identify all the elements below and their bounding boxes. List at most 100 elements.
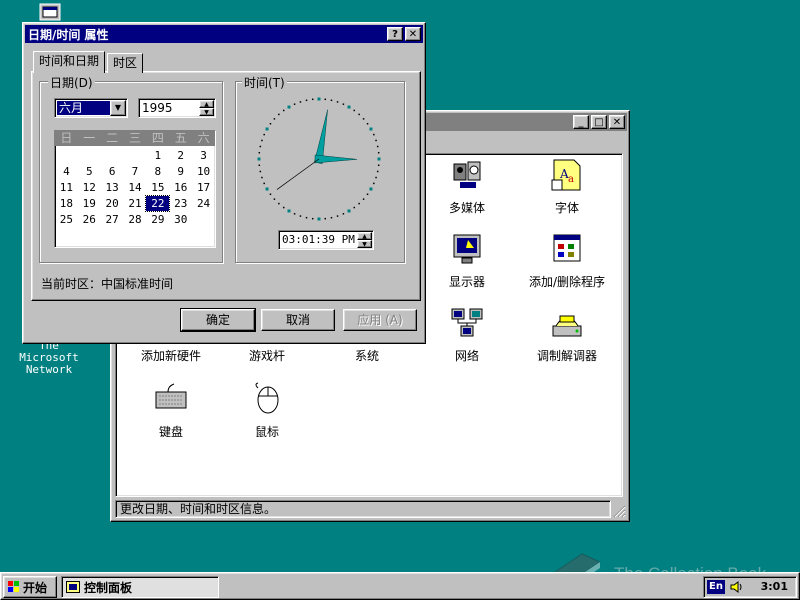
calendar-day[interactable]: 15 bbox=[146, 180, 169, 195]
dialog-close-button[interactable]: ✕ bbox=[405, 27, 421, 41]
timezone-line: 当前时区：中国标准时间 bbox=[41, 275, 173, 292]
calendar-empty-cell bbox=[78, 148, 101, 163]
time-spinner[interactable]: ▲ ▼ bbox=[357, 232, 372, 248]
calendar-day[interactable]: 12 bbox=[78, 180, 101, 195]
calendar-day[interactable]: 29 bbox=[146, 212, 169, 227]
calendar-day[interactable]: 11 bbox=[55, 180, 78, 195]
calendar-day[interactable]: 3 bbox=[192, 148, 215, 163]
calendar-day[interactable]: 8 bbox=[146, 164, 169, 179]
calendar-day[interactable]: 7 bbox=[124, 164, 147, 179]
calendar-day[interactable]: 14 bbox=[124, 180, 147, 195]
resize-grip-icon[interactable] bbox=[613, 505, 626, 518]
calendar-day[interactable]: 9 bbox=[169, 164, 192, 179]
clock-hour-hand bbox=[314, 154, 358, 164]
calendar-days[interactable]: 1 2 3 4 5 6 7 8 9 10 11 12 13 14 15 16 17 18 19 20 21 22 23 24 2… bbox=[55, 146, 215, 227]
calendar-day[interactable]: 5 bbox=[78, 164, 101, 179]
clock-minute-mark bbox=[366, 122, 369, 125]
cp-item-modem[interactable]: 调制解调器 bbox=[512, 306, 622, 364]
speaker-icon[interactable] bbox=[730, 580, 744, 594]
month-value: 六月 bbox=[57, 101, 111, 115]
taskbar-button-control-panel[interactable]: 控制面板 bbox=[61, 576, 219, 598]
calendar-day[interactable]: 13 bbox=[101, 180, 124, 195]
spin-up-icon[interactable]: ▲ bbox=[199, 100, 214, 108]
clock-hour-mark bbox=[369, 187, 373, 191]
spin-down-icon[interactable]: ▼ bbox=[199, 108, 214, 116]
cp-item-mouse[interactable]: 鼠标 bbox=[212, 382, 322, 440]
clock-minute-mark bbox=[358, 113, 360, 116]
calendar-day[interactable]: 2 bbox=[169, 148, 192, 163]
clock-minute-mark bbox=[336, 215, 339, 217]
calendar-day[interactable]: 26 bbox=[78, 212, 101, 227]
calendar-empty-cell bbox=[124, 148, 147, 163]
calendar-day[interactable]: 16 bbox=[169, 180, 192, 195]
calendar-day[interactable]: 6 bbox=[101, 164, 124, 179]
calendar-day[interactable]: 20 bbox=[101, 196, 124, 211]
clock-hour-mark bbox=[257, 157, 261, 161]
desktop-icon-top[interactable] bbox=[38, 3, 62, 23]
calendar-day[interactable]: 24 bbox=[192, 196, 215, 211]
ok-button[interactable]: 确定 bbox=[180, 308, 256, 332]
cp-item-fonts[interactable]: A a 字体 bbox=[512, 158, 622, 216]
msn-desktop-icon[interactable]: The Microsoft Network bbox=[14, 340, 84, 376]
ime-indicator[interactable]: En bbox=[707, 580, 725, 594]
month-select[interactable]: 六月 ▼ bbox=[54, 98, 128, 118]
dialog-title: 日期/时间 属性 bbox=[28, 27, 109, 42]
cp-item-keyboard[interactable]: 键盘 bbox=[116, 382, 226, 440]
tab-timezone[interactable]: 时区 bbox=[107, 53, 144, 73]
clock-minute-mark bbox=[330, 216, 333, 219]
windows-logo-icon bbox=[8, 581, 19, 592]
calendar-day[interactable]: 10 bbox=[192, 164, 215, 179]
calendar-day[interactable]: 22 bbox=[145, 195, 171, 212]
calendar-day[interactable]: 28 bbox=[124, 212, 147, 227]
calendar-day[interactable]: 30 bbox=[169, 212, 192, 227]
clock-minute-mark bbox=[305, 99, 308, 102]
clock-minute-mark bbox=[342, 103, 345, 105]
minimize-button[interactable]: _ bbox=[573, 115, 589, 129]
clock-minute-mark bbox=[293, 213, 296, 215]
clock-hour-mark bbox=[265, 187, 269, 191]
clock-hour-mark bbox=[265, 127, 269, 131]
cp-item-label: 游戏杆 bbox=[248, 349, 285, 363]
time-field[interactable]: 03:01:39 PM ▲ ▼ bbox=[278, 230, 374, 250]
calendar-day[interactable]: 17 bbox=[192, 180, 215, 195]
spin-up-icon[interactable]: ▲ bbox=[357, 232, 372, 240]
calendar-day[interactable]: 21 bbox=[124, 196, 147, 211]
dialog-titlebar[interactable]: 日期/时间 属性 ? ✕ bbox=[25, 25, 423, 43]
cancel-button[interactable]: 取消 bbox=[261, 309, 335, 331]
timezone-label: 当前时区： bbox=[41, 277, 102, 291]
clock-second-hand bbox=[276, 158, 320, 190]
help-button[interactable]: ? bbox=[387, 27, 403, 41]
spin-down-icon[interactable]: ▼ bbox=[357, 240, 372, 248]
clock-minute-mark bbox=[269, 193, 272, 196]
clock-minute-mark bbox=[278, 202, 280, 205]
calendar-day[interactable]: 23 bbox=[169, 196, 192, 211]
fonts-icon: A a bbox=[551, 159, 581, 191]
year-spinner[interactable]: ▲ ▼ bbox=[199, 100, 214, 116]
start-button[interactable]: 开始 bbox=[3, 576, 57, 598]
maximize-button[interactable]: □ bbox=[591, 115, 607, 129]
cp-item-label: 显示器 bbox=[448, 275, 485, 289]
clock-minute-mark bbox=[263, 133, 265, 136]
clock-minute-mark bbox=[324, 217, 327, 220]
cp-item-multimedia[interactable]: 多媒体 bbox=[412, 158, 522, 216]
calendar-day[interactable]: 25 bbox=[55, 212, 78, 227]
cp-item-display[interactable]: 显示器 bbox=[412, 232, 522, 290]
chevron-down-icon[interactable]: ▼ bbox=[110, 100, 126, 116]
cp-item-network[interactable]: 网络 bbox=[412, 306, 522, 364]
calendar-day[interactable]: 19 bbox=[78, 196, 101, 211]
calendar[interactable]: 日一二三四五六 1 2 3 4 5 6 7 8 9 10 11 12 13 14 15 16 17 18 19 20 2… bbox=[54, 130, 216, 248]
cp-item-add-remove[interactable]: 添加/删除程序 bbox=[512, 232, 622, 290]
calendar-day[interactable]: 27 bbox=[101, 212, 124, 227]
close-button[interactable]: ✕ bbox=[609, 115, 625, 129]
calendar-day[interactable]: 1 bbox=[146, 148, 169, 163]
tab-time-date[interactable]: 时间和日期 bbox=[33, 51, 106, 73]
calendar-empty-cell bbox=[55, 148, 78, 163]
weekday-label: 六 bbox=[197, 131, 210, 145]
calendar-day[interactable]: 18 bbox=[55, 196, 78, 211]
weekday-label: 五 bbox=[174, 131, 187, 145]
calendar-day[interactable]: 4 bbox=[55, 164, 78, 179]
year-field[interactable]: 1995 ▲ ▼ bbox=[138, 98, 216, 118]
clock-minute-mark bbox=[311, 217, 314, 220]
apply-button[interactable]: 应用 (A) bbox=[343, 309, 417, 331]
status-bar: 更改日期、时间和时区信息。 bbox=[115, 500, 611, 518]
